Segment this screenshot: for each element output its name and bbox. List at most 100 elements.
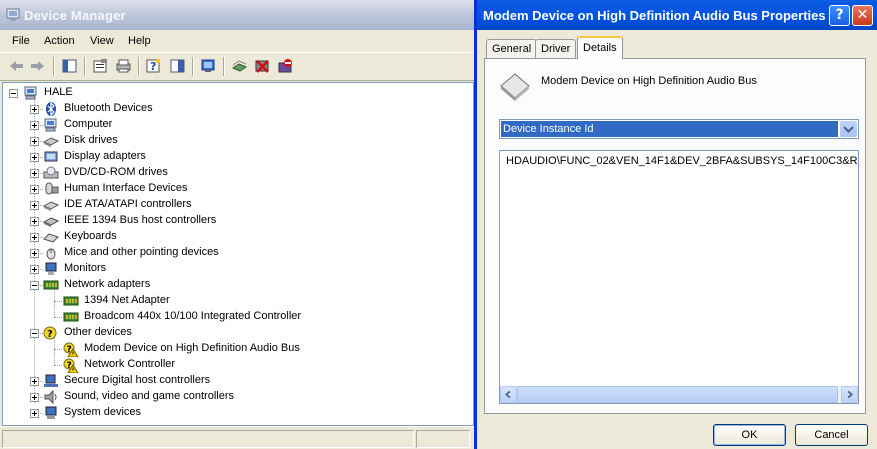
menu-bar: File Action View Help [0, 30, 474, 53]
tree-node[interactable]: Secure Digital host controllers [3, 373, 471, 389]
tree-expander[interactable] [30, 377, 39, 386]
tree-expander[interactable] [30, 249, 39, 258]
tree-node-label: Other devices [64, 326, 132, 338]
print-icon[interactable] [115, 58, 132, 74]
properties-title: Modem Device on High Definition Audio Bu… [483, 8, 826, 23]
properties-icon[interactable] [92, 58, 109, 74]
tab-driver[interactable]: Driver [535, 39, 577, 58]
tree-expander[interactable] [30, 121, 39, 130]
tree-node[interactable]: System devices [3, 405, 471, 421]
computer-icon [24, 86, 37, 100]
tree-node[interactable]: Mice and other pointing devices [3, 245, 471, 261]
tree-node[interactable]: ? Modem Device on High Definition Audio B… [3, 341, 471, 357]
device-manager-window: Device Manager File Action View Help ? H… [0, 0, 474, 449]
tree-expander[interactable] [30, 233, 39, 242]
network-adapter-icon [43, 280, 59, 290]
svg-text:?: ? [150, 60, 156, 73]
status-cell [416, 430, 470, 448]
toolbar: ? [0, 53, 474, 81]
tree-node[interactable]: Sound, video and game controllers [3, 389, 471, 405]
cdrom-icon [43, 166, 59, 179]
tree-node-label: Bluetooth Devices [64, 102, 153, 114]
menu-action[interactable]: Action [44, 35, 75, 47]
view-icon[interactable] [169, 58, 186, 74]
horizontal-scrollbar[interactable] [500, 386, 858, 403]
tree-node[interactable]: IDE ATA/ATAPI controllers [3, 197, 471, 213]
console-tree-icon[interactable] [61, 58, 78, 74]
hid-icon [45, 182, 59, 195]
tree-node[interactable]: 1394 Net Adapter [3, 293, 471, 309]
tree-node-label: Modem Device on High Definition Audio Bu… [84, 342, 300, 354]
tree-node-label: Network adapters [64, 278, 151, 290]
scroll-thumb[interactable] [517, 386, 838, 403]
menu-help[interactable]: Help [128, 35, 151, 47]
tree-expander[interactable] [30, 393, 39, 402]
menu-file[interactable]: File [12, 35, 30, 47]
tree-expander[interactable] [30, 105, 39, 114]
tree-node[interactable]: Monitors [3, 261, 471, 277]
monitor-icon [45, 262, 57, 275]
device-manager-titlebar[interactable]: Device Manager [0, 0, 474, 30]
device-tree[interactable]: HALE Bluetooth Devices Computer Disk drives… [2, 82, 474, 426]
scroll-right-icon[interactable] [841, 386, 858, 403]
device-name: Modem Device on High Definition Audio Bu… [541, 75, 757, 87]
svg-text:?: ? [47, 329, 53, 340]
help-button[interactable]: ? [829, 5, 850, 26]
tree-node[interactable]: ? Network Controller [3, 357, 471, 373]
bluetooth-icon [46, 101, 56, 117]
tree-node[interactable]: Network adapters [3, 277, 471, 293]
tree-node[interactable]: Bluetooth Devices [3, 101, 471, 117]
back-arrow-icon[interactable] [8, 58, 25, 74]
close-button[interactable]: ✕ [852, 5, 873, 26]
tree-node[interactable]: Keyboards [3, 229, 471, 245]
cancel-button[interactable]: Cancel [795, 424, 868, 446]
disable-icon[interactable] [277, 58, 294, 74]
tab-general[interactable]: General [486, 39, 538, 58]
tree-expander[interactable] [30, 265, 39, 274]
help-icon[interactable]: ? [145, 58, 162, 74]
tree-node[interactable]: DVD/CD-ROM drives [3, 165, 471, 181]
system-device-icon [45, 406, 57, 419]
scan-hardware-icon[interactable] [200, 58, 217, 74]
status-bar [0, 426, 474, 449]
menu-view[interactable]: View [90, 35, 114, 47]
property-select[interactable]: Device Instance Id [499, 119, 859, 139]
tree-expander[interactable] [30, 217, 39, 226]
tree-node[interactable]: Display adapters [3, 149, 471, 165]
tree-expander[interactable] [9, 89, 18, 98]
properties-dialog: Modem Device on High Definition Audio Bu… [474, 0, 877, 449]
tree-expander[interactable] [30, 137, 39, 146]
tree-node[interactable]: ? Other devices [3, 325, 471, 341]
tree-node-label: Broadcom 440x 10/100 Integrated Controll… [84, 310, 302, 322]
tree-expander[interactable] [30, 281, 39, 290]
tree-node[interactable]: Human Interface Devices [3, 181, 471, 197]
tab-details[interactable]: Details [577, 36, 623, 59]
value-listbox[interactable]: HDAUDIO\FUNC_02&VEN_14F1&DEV_2BFA&SUBSYS… [499, 150, 859, 404]
tree-expander[interactable] [30, 329, 39, 338]
tree-expander[interactable] [30, 169, 39, 178]
tree-node-label: Mice and other pointing devices [64, 246, 219, 258]
tree-expander[interactable] [30, 409, 39, 418]
chevron-down-icon[interactable] [840, 121, 857, 137]
tree-node[interactable]: Disk drives [3, 133, 471, 149]
tree-node[interactable]: Broadcom 440x 10/100 Integrated Controll… [3, 309, 471, 325]
forward-arrow-icon[interactable] [29, 58, 46, 74]
tree-node-label: DVD/CD-ROM drives [64, 166, 168, 178]
tree-node[interactable]: Computer [3, 117, 471, 133]
tree-node-label: Network Controller [84, 358, 176, 370]
tree-node-label: IDE ATA/ATAPI controllers [64, 198, 192, 210]
uninstall-icon[interactable] [254, 58, 271, 74]
scroll-left-icon[interactable] [500, 386, 517, 403]
tree-node[interactable]: IEEE 1394 Bus host controllers [3, 213, 471, 229]
value-line[interactable]: HDAUDIO\FUNC_02&VEN_14F1&DEV_2BFA&SUBSYS… [506, 155, 858, 167]
tree-expander[interactable] [30, 201, 39, 210]
tree-node[interactable]: HALE [3, 85, 471, 101]
ok-button[interactable]: OK [713, 424, 786, 446]
update-driver-icon[interactable] [231, 58, 248, 74]
device-manager-title: Device Manager [24, 8, 126, 23]
status-cell [2, 430, 414, 448]
tree-expander[interactable] [30, 185, 39, 194]
ide-controller-icon [43, 201, 59, 211]
properties-titlebar[interactable]: Modem Device on High Definition Audio Bu… [477, 0, 877, 30]
tree-expander[interactable] [30, 153, 39, 162]
